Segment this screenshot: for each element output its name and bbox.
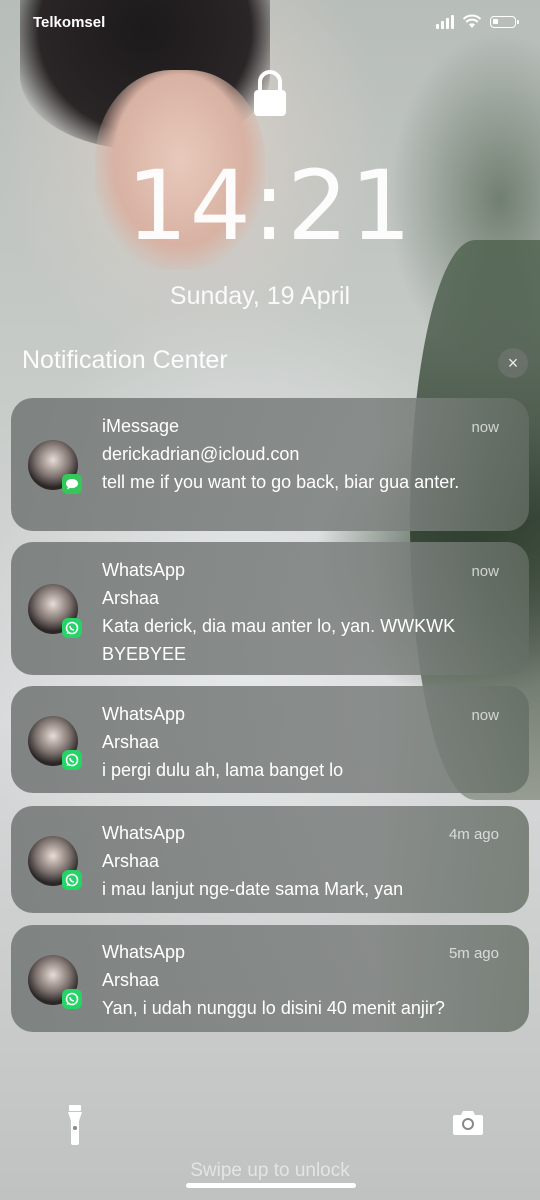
notification-app-name: WhatsApp — [102, 823, 186, 843]
avatar — [28, 716, 82, 770]
status-icons — [436, 14, 519, 29]
whatsapp-icon — [62, 750, 82, 770]
swipe-hint: Swipe up to unlock — [190, 1160, 350, 1181]
notification-app-name: WhatsApp — [102, 704, 186, 724]
notification-card[interactable]: WhatsApp now Arshaa Kata derick, dia mau… — [11, 542, 529, 675]
avatar — [28, 955, 82, 1009]
lock-icon — [254, 70, 286, 116]
camera-icon[interactable] — [452, 1106, 484, 1138]
imessage-icon — [62, 474, 82, 494]
avatar — [28, 440, 82, 494]
notification-time: now — [471, 419, 499, 436]
avatar — [28, 836, 82, 890]
notification-message: tell me if you want to go back, biar gua… — [102, 472, 460, 492]
home-indicator[interactable] — [186, 1183, 356, 1188]
notification-time: now — [471, 563, 499, 580]
notification-time: 5m ago — [448, 945, 499, 962]
carrier-label: Telkomsel — [33, 14, 106, 31]
notification-center-title: Notification Center — [22, 346, 228, 374]
signal-icon — [436, 14, 454, 29]
avatar — [28, 584, 82, 638]
wifi-icon — [462, 14, 482, 28]
status-bar: Telkomsel — [0, 0, 540, 46]
whatsapp-icon — [62, 618, 82, 638]
notification-message: i pergi dulu ah, lama banget lo — [102, 760, 344, 780]
notification-sender: derickadrian@icloud.con — [102, 444, 300, 464]
lock-date: Sunday, 19 April — [169, 282, 351, 310]
lock-time: 14:21 — [126, 150, 414, 262]
notification-message: Yan, i udah nunggu lo disini 40 menit an… — [102, 998, 445, 1018]
whatsapp-icon — [62, 989, 82, 1009]
notification-app-name: WhatsApp — [102, 560, 186, 580]
notification-card[interactable]: iMessage now derickadrian@icloud.con tel… — [11, 398, 529, 531]
notification-card[interactable]: WhatsApp now Arshaa i pergi dulu ah, lam… — [11, 686, 529, 793]
notification-card[interactable]: WhatsApp 5m ago Arshaa Yan, i udah nungg… — [11, 925, 529, 1032]
notification-card[interactable]: WhatsApp 4m ago Arshaa i mau lanjut nge-… — [11, 806, 529, 913]
notification-sender: Arshaa — [102, 588, 160, 608]
notification-app-name: iMessage — [102, 416, 180, 436]
flashlight-icon[interactable] — [60, 1103, 90, 1147]
notification-sender: Arshaa — [102, 851, 160, 871]
battery-icon — [490, 15, 519, 28]
notification-message: i mau lanjut nge-date sama Mark, yan — [102, 879, 404, 899]
notification-sender: Arshaa — [102, 732, 160, 752]
whatsapp-icon — [62, 870, 82, 890]
notification-app-name: WhatsApp — [102, 942, 186, 962]
close-icon[interactable]: × — [498, 348, 528, 378]
notification-message: Kata derick, dia mau anter lo, yan. WWKW… — [102, 616, 456, 664]
notification-sender: Arshaa — [102, 970, 160, 990]
notification-time: now — [471, 707, 499, 724]
notification-time: 4m ago — [448, 826, 499, 843]
